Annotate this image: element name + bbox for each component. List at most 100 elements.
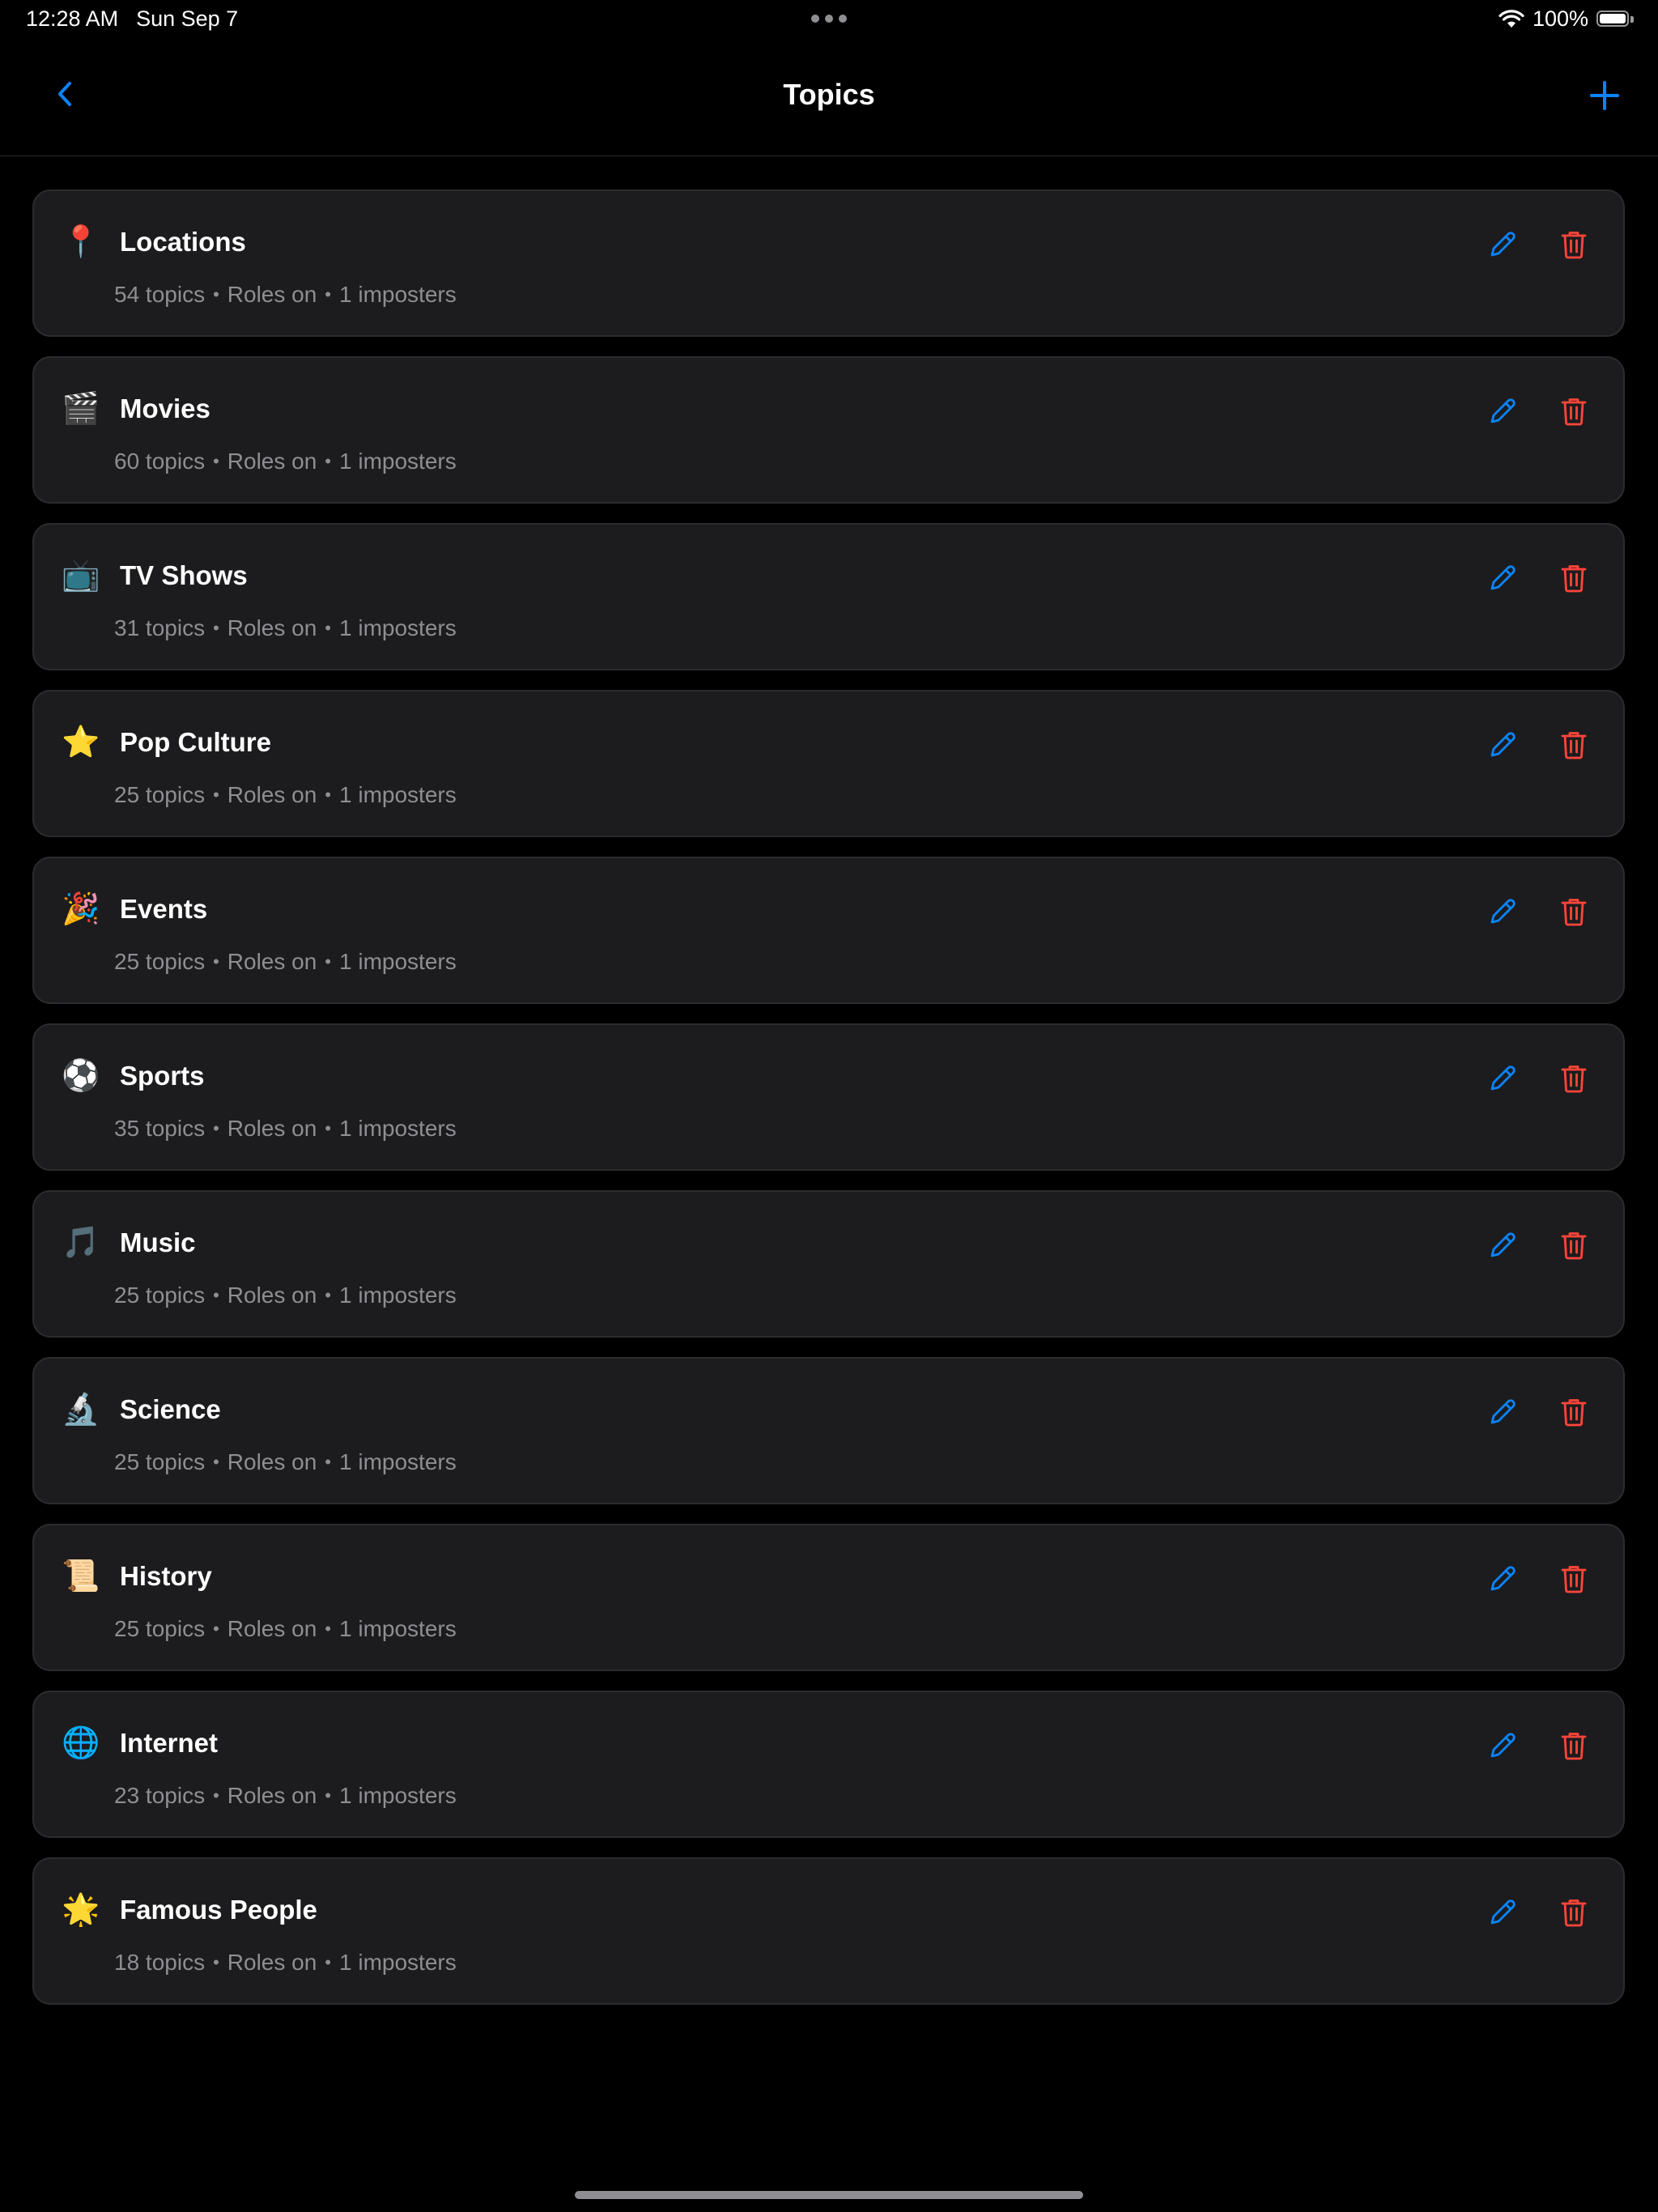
topic-roles: Roles on — [227, 949, 317, 974]
status-indicators: 100% — [1499, 6, 1634, 32]
pencil-icon — [1490, 398, 1516, 423]
edit-button[interactable] — [1483, 392, 1522, 431]
pencil-icon — [1490, 1066, 1516, 1091]
topic-imposters: 1 imposters — [339, 1950, 457, 1975]
separator-dot: • — [213, 451, 219, 471]
topic-count: 60 topics — [114, 449, 206, 474]
trash-icon — [1561, 565, 1587, 593]
topic-name: Music — [120, 1227, 196, 1257]
topic-roles: Roles on — [227, 615, 317, 640]
edit-button[interactable] — [1483, 1059, 1522, 1098]
separator-dot: • — [325, 785, 331, 805]
page-title: Topics — [783, 78, 875, 111]
status-date: Sun Sep 7 — [136, 6, 239, 31]
separator-dot: • — [325, 951, 331, 972]
delete-button[interactable] — [1554, 725, 1593, 764]
add-topic-button[interactable] — [1585, 76, 1624, 115]
topic-card-events[interactable]: 🎉 Events 25 topics • Roles on • 1 imposters — [32, 857, 1625, 1004]
edit-button[interactable] — [1483, 1393, 1522, 1431]
separator-dot: • — [325, 1452, 331, 1472]
topic-imposters: 1 imposters — [339, 615, 457, 640]
topic-name: Locations — [120, 227, 246, 257]
edit-button[interactable] — [1483, 1893, 1522, 1932]
topic-emoji-icon: 🎉 — [62, 892, 100, 926]
topic-meta: 25 topics • Roles on • 1 imposters — [114, 949, 457, 975]
multitasking-dots-icon[interactable] — [811, 15, 847, 23]
topic-emoji-icon: 📍 — [62, 225, 100, 259]
topic-meta: 25 topics • Roles on • 1 imposters — [114, 1449, 457, 1475]
topic-card-internet[interactable]: 🌐 Internet 23 topics • Roles on • 1 imposter… — [32, 1691, 1625, 1838]
delete-button[interactable] — [1554, 1893, 1593, 1932]
delete-button[interactable] — [1554, 1559, 1593, 1598]
edit-button[interactable] — [1483, 892, 1522, 931]
separator-dot: • — [325, 1118, 331, 1138]
topic-meta: 23 topics • Roles on • 1 imposters — [114, 1783, 457, 1809]
edit-button[interactable] — [1483, 225, 1522, 264]
delete-button[interactable] — [1554, 1726, 1593, 1765]
edit-button[interactable] — [1483, 559, 1522, 598]
topic-imposters: 1 imposters — [339, 1616, 457, 1641]
topic-card-pop-culture[interactable]: ⭐ Pop Culture 25 topics • Roles on • 1 impos… — [32, 690, 1625, 837]
delete-button[interactable] — [1554, 559, 1593, 598]
topic-name: Science — [120, 1394, 221, 1424]
topic-imposters: 1 imposters — [339, 449, 457, 474]
topic-count: 25 topics — [114, 1283, 206, 1308]
separator-dot: • — [325, 618, 331, 638]
status-time: 12:28 AM — [26, 6, 119, 31]
home-indicator[interactable] — [575, 2191, 1083, 2199]
topic-imposters: 1 imposters — [339, 949, 457, 974]
edit-button[interactable] — [1483, 725, 1522, 764]
topic-name: Movies — [120, 393, 210, 423]
topic-count: 54 topics — [114, 282, 206, 307]
separator-dot: • — [213, 1285, 219, 1305]
topic-count: 31 topics — [114, 615, 206, 640]
separator-dot: • — [325, 1285, 331, 1305]
topic-imposters: 1 imposters — [339, 1283, 457, 1308]
pencil-icon — [1490, 1232, 1516, 1257]
topic-name: History — [120, 1561, 212, 1591]
topic-meta: 54 topics • Roles on • 1 imposters — [114, 282, 457, 308]
topic-name: Pop Culture — [120, 727, 271, 757]
topic-roles: Roles on — [227, 1783, 317, 1808]
trash-icon — [1561, 1066, 1587, 1093]
edit-button[interactable] — [1483, 1559, 1522, 1598]
topic-count: 18 topics — [114, 1950, 206, 1975]
topic-count: 25 topics — [114, 949, 206, 974]
battery-icon — [1596, 10, 1634, 28]
topic-card-science[interactable]: 🔬 Science 25 topics • Roles on • 1 imposters — [32, 1357, 1625, 1504]
separator-dot: • — [325, 451, 331, 471]
topic-imposters: 1 imposters — [339, 1783, 457, 1808]
topic-meta: 18 topics • Roles on • 1 imposters — [114, 1950, 457, 1976]
pencil-icon — [1490, 1899, 1516, 1925]
topic-card-locations[interactable]: 📍 Locations 54 topics • Roles on • 1 imposte… — [32, 189, 1625, 337]
separator-dot: • — [213, 618, 219, 638]
edit-button[interactable] — [1483, 1726, 1522, 1765]
topic-emoji-icon: 🎵 — [62, 1226, 100, 1260]
topic-meta: 31 topics • Roles on • 1 imposters — [114, 615, 457, 641]
delete-button[interactable] — [1554, 892, 1593, 931]
delete-button[interactable] — [1554, 392, 1593, 431]
delete-button[interactable] — [1554, 1226, 1593, 1265]
pencil-icon — [1490, 1566, 1516, 1591]
topic-card-sports[interactable]: ⚽ Sports 35 topics • Roles on • 1 imposters — [32, 1023, 1625, 1171]
topic-card-famous-people[interactable]: 🌟 Famous People 18 topics • Roles on • 1 imp… — [32, 1857, 1625, 2005]
pencil-icon — [1490, 899, 1516, 924]
topic-card-music[interactable]: 🎵 Music 25 topics • Roles on • 1 imposters — [32, 1190, 1625, 1338]
separator-dot: • — [325, 1619, 331, 1639]
delete-button[interactable] — [1554, 225, 1593, 264]
topic-meta: 25 topics • Roles on • 1 imposters — [114, 782, 457, 808]
topic-card-movies[interactable]: 🎬 Movies 60 topics • Roles on • 1 imposters — [32, 356, 1625, 504]
topic-meta: 60 topics • Roles on • 1 imposters — [114, 449, 457, 474]
topic-imposters: 1 imposters — [339, 282, 457, 307]
plus-icon — [1590, 81, 1619, 110]
topic-emoji-icon: 🎬 — [62, 392, 100, 426]
topic-card-history[interactable]: 📜 History 25 topics • Roles on • 1 imposters — [32, 1524, 1625, 1671]
topic-list: 📍 Locations 54 topics • Roles on • 1 imposte… — [32, 189, 1625, 2024]
topic-card-tv-shows[interactable]: 📺 TV Shows 31 topics • Roles on • 1 imposter… — [32, 523, 1625, 670]
topic-emoji-icon: ⭐ — [62, 725, 100, 759]
separator-dot: • — [213, 1952, 219, 1972]
delete-button[interactable] — [1554, 1059, 1593, 1098]
topic-roles: Roles on — [227, 282, 317, 307]
edit-button[interactable] — [1483, 1226, 1522, 1265]
delete-button[interactable] — [1554, 1393, 1593, 1431]
